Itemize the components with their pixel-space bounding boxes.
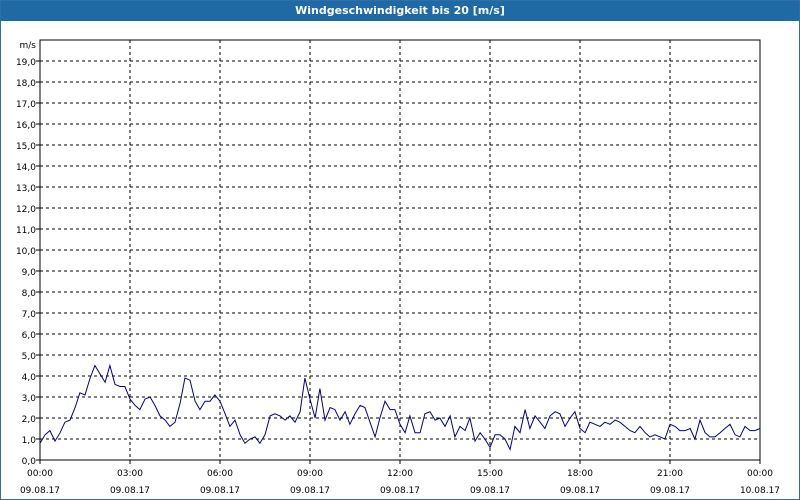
y-tick-label: 14,0 — [16, 163, 36, 173]
x-tick-time-label: 03:00 — [117, 469, 143, 479]
x-tick-time-label: 00:00 — [27, 469, 53, 479]
y-tick-label: 5,0 — [22, 352, 37, 362]
y-tick-label: 6,0 — [22, 331, 37, 341]
x-tick-time-label: 18:00 — [567, 469, 593, 479]
wind-speed-chart: 0,0 1,0 2,0 3,0 4,0 5,0 6,0 7,0 8,0 9,0 10,0 11,0 12… — [16, 39, 780, 496]
y-tick-label: 7,0 — [22, 310, 37, 320]
x-tick-time-label: 12:00 — [387, 469, 413, 479]
y-tick-label: 18,0 — [16, 79, 36, 89]
x-tick-date-label: 09.08.17 — [200, 486, 240, 496]
y-tick-label: 10,0 — [16, 247, 36, 257]
y-tick-label: 3,0 — [22, 394, 37, 404]
y-tick-label: 19,0 — [16, 58, 36, 68]
y-tick-label: 15,0 — [16, 142, 36, 152]
x-tick-date-label: 09.08.17 — [380, 486, 420, 496]
x-tick-date-label: 10.08.17 — [740, 486, 780, 496]
x-tick-date-label: 09.08.17 — [20, 486, 60, 496]
x-tick-time-label: 00:00 — [747, 469, 773, 479]
y-tick-label: 9,0 — [22, 268, 37, 278]
y-tick-label: 12,0 — [16, 205, 36, 215]
x-tick-time-label: 21:00 — [657, 469, 683, 479]
x-tick-date-label: 09.08.17 — [290, 486, 330, 496]
y-tick-label: 8,0 — [22, 289, 37, 299]
x-tick-time-label: 09:00 — [297, 469, 323, 479]
x-tick-time-label: 15:00 — [477, 469, 503, 479]
y-tick-label: 0,0 — [22, 457, 37, 467]
y-tick-label: 11,0 — [16, 226, 36, 236]
y-tick-label: 16,0 — [16, 121, 36, 131]
y-tick-label: 13,0 — [16, 184, 36, 194]
x-tick-date-label: 09.08.17 — [650, 486, 690, 496]
y-tick-label: 17,0 — [16, 100, 36, 110]
x-tick-date-label: 09.08.17 — [560, 486, 600, 496]
y-tick-label: 1,0 — [22, 436, 37, 446]
x-tick-date-label: 09.08.17 — [470, 486, 510, 496]
y-tick-label: 2,0 — [22, 415, 37, 425]
x-tick-date-label: 09.08.17 — [110, 486, 150, 496]
x-tick-time-label: 06:00 — [207, 469, 233, 479]
y-tick-label: 4,0 — [22, 373, 37, 383]
y-axis-label: m/s — [20, 41, 37, 51]
